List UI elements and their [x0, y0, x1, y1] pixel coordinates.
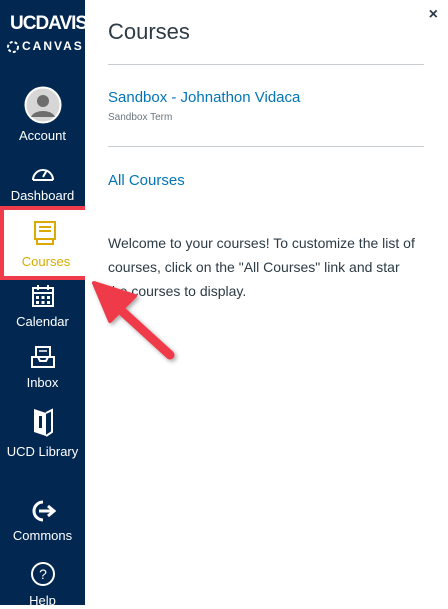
svg-text:?: ? — [39, 566, 47, 582]
global-nav-sidebar: UCDAVIS CANVAS Account Dashboard Courses… — [0, 0, 92, 608]
logo-line2: CANVAS — [6, 40, 84, 54]
courses-icon — [34, 221, 56, 245]
logo-line1: UCDAVIS — [10, 13, 88, 34]
courses-tray: × Courses Sandbox - Johnathon Vidaca San… — [85, 0, 448, 605]
avatar-icon — [24, 86, 61, 124]
panel-title: Courses — [108, 19, 190, 44]
library-icon — [33, 408, 53, 437]
nav-commons-label: Commons — [12, 528, 73, 543]
ucdavis-canvas-logo[interactable]: UCDAVIS CANVAS — [0, 0, 88, 75]
all-courses-link[interactable]: All Courses — [108, 172, 185, 189]
logo-line2-text: CANVAS — [22, 39, 84, 54]
welcome-message: Welcome to your courses! To customize th… — [108, 235, 415, 299]
commons-icon — [32, 500, 56, 522]
calendar-icon — [31, 285, 54, 307]
nav-courses-label: Courses — [21, 254, 71, 269]
course-term: Sandbox Term — [108, 112, 173, 123]
nav-commons[interactable]: Commons — [0, 500, 85, 544]
close-icon[interactable]: × — [429, 6, 438, 24]
divider — [108, 64, 424, 65]
nav-help-label: Help — [29, 593, 56, 608]
canvas-logo-icon — [7, 41, 19, 53]
nav-dashboard[interactable]: Dashboard — [0, 162, 85, 204]
nav-calendar[interactable]: Calendar — [0, 284, 85, 330]
help-icon: ? — [30, 562, 55, 586]
nav-ucd-library[interactable]: UCD Library — [0, 406, 85, 460]
nav-ucd-library-label: UCD Library — [6, 444, 79, 459]
nav-inbox-label: Inbox — [26, 375, 59, 390]
nav-account[interactable]: Account — [0, 86, 85, 144]
divider — [108, 146, 424, 147]
nav-dashboard-label: Dashboard — [10, 188, 75, 203]
nav-calendar-label: Calendar — [16, 314, 69, 329]
nav-help[interactable]: ? Help — [0, 561, 85, 609]
dashboard-icon — [31, 169, 54, 181]
course-link[interactable]: Sandbox - Johnathon Vidaca — [108, 89, 300, 106]
nav-account-label: Account — [19, 128, 66, 143]
nav-courses[interactable]: Courses — [0, 206, 92, 280]
inbox-icon — [30, 346, 55, 368]
nav-inbox[interactable]: Inbox — [0, 345, 85, 391]
